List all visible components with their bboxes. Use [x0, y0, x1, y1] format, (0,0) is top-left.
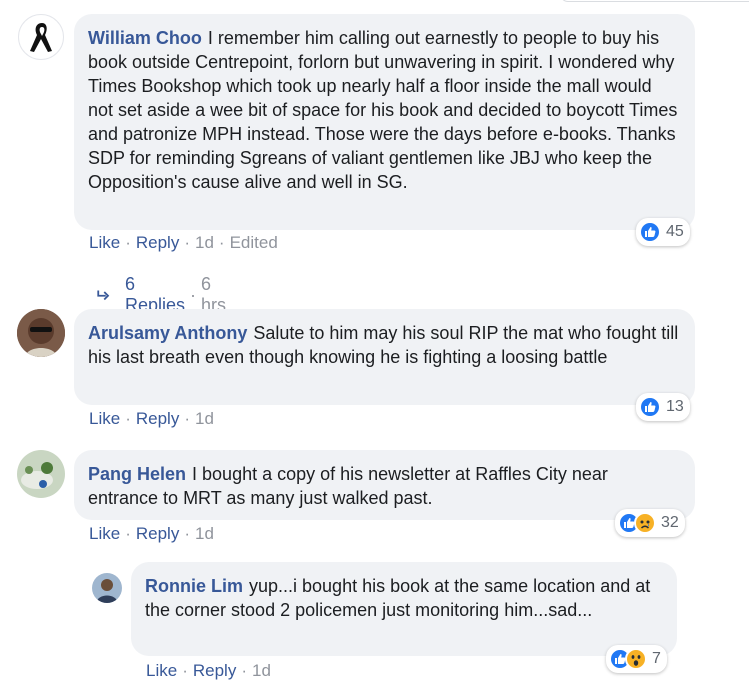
reaction-summary[interactable]: 45	[636, 218, 690, 246]
like-reaction-icon	[639, 221, 661, 243]
reply-arrow-icon	[97, 290, 110, 301]
comment-text: I remember him calling out earnestly to …	[88, 28, 678, 192]
sad-reaction-icon	[634, 512, 656, 534]
reaction-summary[interactable]: 13	[636, 393, 690, 421]
avatar[interactable]	[17, 309, 65, 357]
comment-actions: Like · Reply · 1d	[89, 409, 214, 429]
reaction-count: 32	[661, 514, 679, 531]
comment-author[interactable]: Arulsamy Anthony	[88, 323, 247, 343]
comment-actions: Like · Reply · 1d	[89, 524, 214, 544]
reply-link[interactable]: Reply	[193, 661, 236, 680]
comment-timestamp[interactable]: 1d	[195, 233, 214, 252]
black-ribbon-icon	[30, 23, 52, 52]
comment-bubble: Pang Helen I bought a copy of his newslet…	[74, 450, 695, 520]
separator-dot: ·	[241, 661, 247, 680]
profile-photo-icon	[92, 573, 122, 603]
comment-timestamp[interactable]: 1d	[195, 409, 214, 428]
reaction-count: 45	[666, 223, 684, 240]
separator-dot: ·	[184, 409, 190, 428]
separator-dot: ·	[125, 233, 131, 252]
wow-reaction-icon	[625, 648, 647, 670]
reaction-count: 13	[666, 398, 684, 415]
comment-author[interactable]: Ronnie Lim	[145, 576, 243, 596]
comment-bubble: Arulsamy Anthony Salute to him may his so…	[74, 309, 695, 405]
edited-label[interactable]: Edited	[230, 233, 278, 252]
comment-timestamp[interactable]: 1d	[195, 524, 214, 543]
comment-bubble: Ronnie Lim yup...i bought his book at the…	[131, 562, 677, 656]
like-link[interactable]: Like	[89, 409, 120, 428]
reaction-count: 7	[652, 650, 661, 667]
separator-dot: ·	[125, 409, 131, 428]
like-link[interactable]: Like	[146, 661, 177, 680]
reply-link[interactable]: Reply	[136, 409, 179, 428]
reaction-summary[interactable]: 7	[606, 645, 667, 673]
like-link[interactable]: Like	[89, 524, 120, 543]
reply-link[interactable]: Reply	[136, 233, 179, 252]
comment-actions: Like · Reply · 1d · Edited	[89, 233, 278, 253]
profile-photo-icon	[17, 309, 65, 357]
reaction-summary[interactable]: 32	[615, 509, 685, 537]
avatar[interactable]	[17, 450, 65, 498]
avatar[interactable]	[18, 14, 64, 60]
comment-author[interactable]: William Choo	[88, 28, 202, 48]
like-link[interactable]: Like	[89, 233, 120, 252]
comment-actions: Like · Reply · 1d	[146, 661, 271, 681]
separator-dot: ·	[182, 661, 188, 680]
separator-dot: ·	[190, 284, 197, 305]
comment-bubble: William Choo I remember him calling out e…	[74, 14, 695, 230]
reply-link[interactable]: Reply	[136, 524, 179, 543]
comment-author[interactable]: Pang Helen	[88, 464, 186, 484]
separator-dot: ·	[218, 233, 225, 252]
previous-card-edge	[560, 0, 749, 2]
like-reaction-icon	[639, 396, 661, 418]
separator-dot: ·	[125, 524, 131, 543]
profile-photo-icon	[17, 450, 65, 498]
separator-dot: ·	[184, 233, 190, 252]
comment-timestamp[interactable]: 1d	[252, 661, 271, 680]
separator-dot: ·	[184, 524, 190, 543]
avatar[interactable]	[92, 573, 122, 603]
